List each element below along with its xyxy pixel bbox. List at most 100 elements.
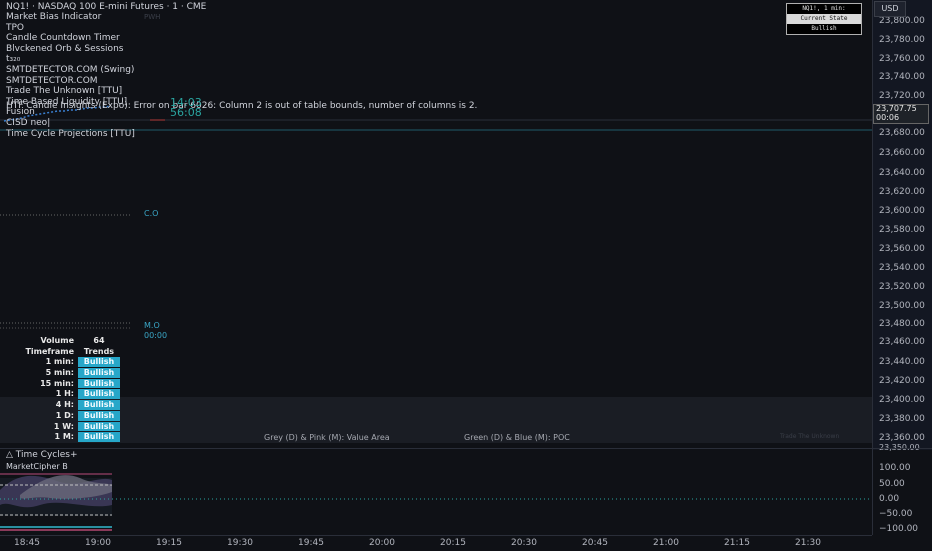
timeframe-cell: 1 D: <box>55 410 74 420</box>
trend-cell: Bullish <box>78 389 120 400</box>
state-value: Bullish <box>811 25 837 32</box>
price-label: 23,440.00 <box>879 357 925 367</box>
time-label: 20:15 <box>440 538 466 548</box>
price-label: 23,500.00 <box>879 301 925 311</box>
table-row: 1 M: Bullish <box>2 432 120 443</box>
trend-table: Volume 64 Timeframe Trends 1 min: Bullish… <box>2 336 120 443</box>
osc-label: 100.00 <box>879 463 911 473</box>
osc-label: −50.00 <box>879 509 913 519</box>
table-row: Timeframe Trends <box>2 347 120 358</box>
table-row: Volume 64 <box>2 336 120 347</box>
price-label: 23,780.00 <box>879 35 925 45</box>
price-label: 23,580.00 <box>879 225 925 235</box>
price-label: 23,640.00 <box>879 168 925 178</box>
time-label: 21:00 <box>653 538 679 548</box>
indicator-legend: Market Bias Indicator TPO Candle Countdo… <box>6 12 135 139</box>
indicator-item[interactable]: Trade The Unknown [TTU] <box>6 86 135 97</box>
volume-label: Volume <box>40 336 74 345</box>
mo-time-label: 00:00 <box>144 331 168 340</box>
time-label: 19:00 <box>85 538 111 548</box>
trend-cell: Bullish <box>78 432 120 442</box>
indicator-item[interactable]: t₃₂₀ <box>6 54 135 65</box>
current-state-table: NQ1!, 1 min: Current State Bullish <box>786 3 862 35</box>
co-label: C.O <box>144 209 159 218</box>
state-symbol: NQ1!, 1 min: <box>802 5 846 12</box>
timeframe-cell: 15 min: <box>40 378 74 388</box>
price-label: 23,540.00 <box>879 263 925 273</box>
price-label: 23,800.00 <box>879 16 925 26</box>
osc-label: 50.00 <box>879 479 905 489</box>
value-area-band <box>0 397 872 443</box>
state-header: Current State <box>787 14 861 24</box>
time-label: 20:45 <box>582 538 608 548</box>
indicator-item[interactable]: Market Bias Indicator <box>6 12 135 23</box>
candle-countdown: 14:03 56:08 <box>170 97 202 119</box>
price-label: 23,600.00 <box>879 206 925 216</box>
price-label: 23,620.00 <box>879 187 925 197</box>
oscillator-axis[interactable]: 100.00 50.00 0.00 −50.00 −100.00 <box>872 449 932 535</box>
timeframe-cell: 1 W: <box>53 421 74 431</box>
price-label: 23,760.00 <box>879 54 925 64</box>
trend-cell: Bullish <box>78 378 120 389</box>
symbol-title[interactable]: NQ1! · NASDAQ 100 E-mini Futures · 1 · C… <box>6 2 206 12</box>
price-label: 23,380.00 <box>879 414 925 424</box>
price-label: 23,480.00 <box>879 319 925 329</box>
indicator-item[interactable]: Blvckened Orb & Sessions <box>6 44 135 55</box>
volume-value: 64 <box>93 336 105 345</box>
table-row: 1 D: Bullish <box>2 410 120 422</box>
table-row: 1 W: Bullish <box>2 421 120 433</box>
price-label: 23,360.00 <box>879 433 925 443</box>
price-label: 23,520.00 <box>879 282 925 292</box>
table-row: 15 min: Bullish <box>2 378 120 390</box>
price-label: 23,400.00 <box>879 395 925 405</box>
timeframe-cell: 4 H: <box>55 400 74 410</box>
time-label: 19:30 <box>227 538 253 548</box>
market-cipher-label[interactable]: MarketCipher B <box>6 462 68 471</box>
indicator-item[interactable]: CISD neo| <box>6 118 135 129</box>
time-label: 21:15 <box>724 538 750 548</box>
price-label: 23,660.00 <box>879 148 925 158</box>
indicator-item[interactable]: Candle Countdown Timer <box>6 33 135 44</box>
time-cycles-indicator[interactable]: △ Time Cycles+ <box>6 450 78 460</box>
timeframe-cell: 5 min: <box>45 368 74 378</box>
indicator-item[interactable]: SMTDETECTOR.COM (Swing) <box>6 65 135 76</box>
trend-cell: Bullish <box>78 400 120 410</box>
table-row: 1 H: Bullish <box>2 389 120 400</box>
timeframe-cell: 1 min: <box>45 357 74 367</box>
trend-cell: Bullish <box>78 368 120 378</box>
poc-legend: Green (D) & Blue (M): POC <box>464 433 570 442</box>
osc-label: −100.00 <box>879 524 919 534</box>
timeframe-cell: 1 M: <box>54 432 74 442</box>
time-label: 20:00 <box>369 538 395 548</box>
price-label: 23,420.00 <box>879 376 925 386</box>
chart-canvas[interactable] <box>0 0 932 550</box>
osc-label: 0.00 <box>879 494 900 504</box>
pwh-label: PWH <box>144 13 161 21</box>
price-label: 23,560.00 <box>879 244 925 254</box>
indicator-item[interactable]: TPO <box>6 23 135 34</box>
time-label: 20:30 <box>511 538 537 548</box>
bar-countdown: 00:06 <box>876 112 900 122</box>
timeframe-cell: 1 H: <box>55 389 74 399</box>
indicator-item[interactable]: Time Cycle Projections [TTU] <box>6 129 135 140</box>
price-label: 23,740.00 <box>879 72 925 82</box>
indicator-item[interactable]: SMTDETECTOR.COM <box>6 76 135 87</box>
price-label: 23,720.00 <box>879 91 925 101</box>
time-label: 19:45 <box>298 538 324 548</box>
trend-cell: Bullish <box>78 410 120 421</box>
trend-cell: Bullish <box>78 357 120 368</box>
time-label: 21:30 <box>795 538 821 548</box>
timeframe-header: Timeframe <box>25 346 74 356</box>
price-label: 23,680.00 <box>879 128 925 138</box>
pane-separator[interactable] <box>0 448 932 449</box>
countdown-bottom: 56:08 <box>170 106 202 119</box>
price-axis[interactable]: 23,800.00 23,780.00 23,760.00 23,740.00 … <box>872 0 932 452</box>
table-row: 4 H: Bullish <box>2 400 120 411</box>
table-row: 1 min: Bullish <box>2 357 120 368</box>
currency-button[interactable]: USD <box>874 1 906 17</box>
price-label: 23,460.00 <box>879 337 925 347</box>
trends-header: Trends <box>83 346 115 356</box>
indicator-error-message[interactable]: HTF Candle Insights (Expo): Error on bar… <box>6 101 477 111</box>
time-axis[interactable]: 18:45 19:00 19:15 19:30 19:45 20:00 20:1… <box>0 535 872 551</box>
time-label: 19:15 <box>156 538 182 548</box>
